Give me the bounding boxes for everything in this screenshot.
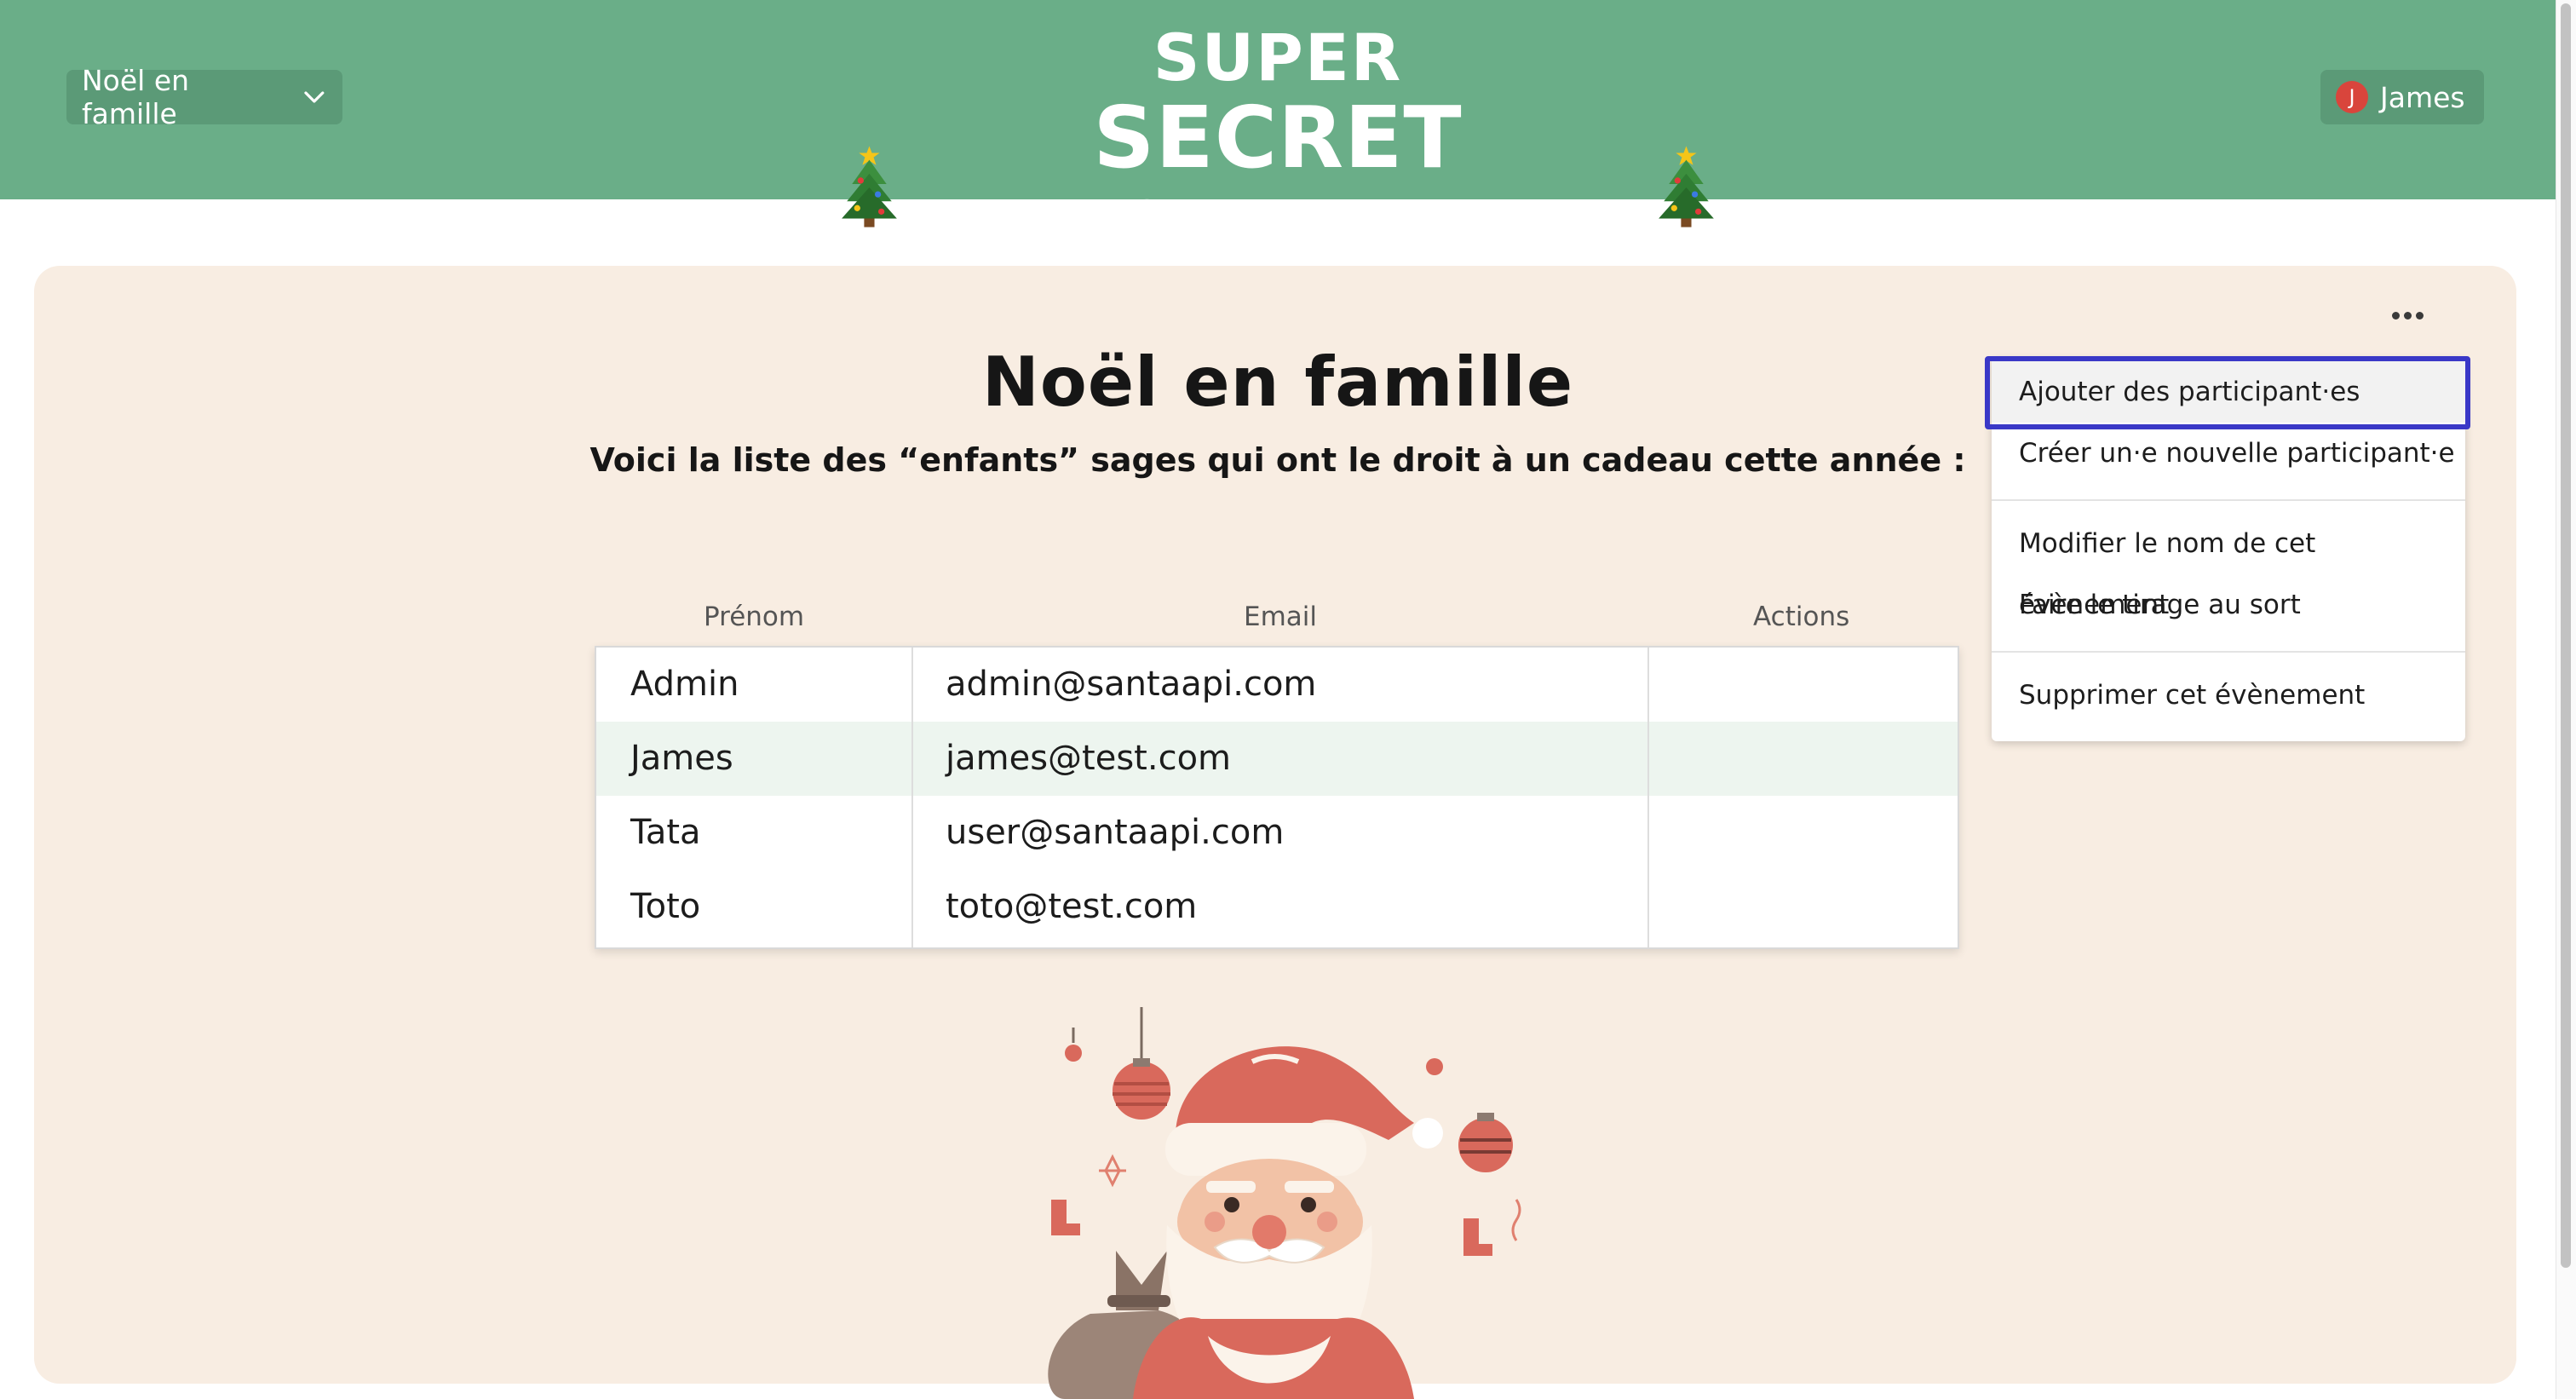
santa-illustration bbox=[1048, 1007, 1521, 1399]
participant-name: James bbox=[630, 739, 733, 778]
participant-name: Admin bbox=[630, 665, 739, 704]
participants-table: Admin admin@santaapi.com James james@tes… bbox=[595, 646, 1959, 949]
event-selector-label: Noël en famille bbox=[82, 64, 190, 130]
menu-item-rename-event[interactable]: Modifier le nom de cet évènement bbox=[1992, 513, 2465, 620]
column-header-firstname: Prénom bbox=[704, 602, 805, 632]
table-row[interactable]: Tata user@santaapi.com bbox=[596, 796, 1958, 870]
logo-line1: SUPER bbox=[1153, 20, 1403, 95]
column-divider bbox=[911, 648, 913, 947]
participant-email: toto@test.com bbox=[946, 887, 1198, 926]
menu-divider bbox=[1992, 651, 2465, 653]
participant-email: user@santaapi.com bbox=[946, 813, 1285, 852]
participant-email: admin@santaapi.com bbox=[946, 665, 1317, 704]
christmas-tree-icon bbox=[842, 146, 897, 227]
table-row[interactable]: James james@test.com bbox=[596, 722, 1958, 796]
user-name: James bbox=[2380, 80, 2465, 114]
more-options-button[interactable] bbox=[2392, 307, 2429, 327]
table-row[interactable]: Toto toto@test.com bbox=[596, 870, 1958, 944]
christmas-tree-icon bbox=[1659, 146, 1714, 227]
dot bbox=[2416, 312, 2424, 320]
page-subtitle: Voici la liste des “enfants” sages qui o… bbox=[589, 441, 1966, 479]
menu-item-delete-event[interactable]: Supprimer cet évènement bbox=[1992, 665, 2465, 726]
dot bbox=[2404, 312, 2412, 320]
chevron-down-icon bbox=[304, 91, 325, 103]
menu-item-create-participant[interactable]: Créer un·e nouvelle participant·e bbox=[1992, 423, 2465, 484]
user-menu-button[interactable]: J James bbox=[2320, 70, 2484, 124]
participant-email: james@test.com bbox=[946, 739, 1231, 778]
menu-item-draw[interactable]: Faire le tirage au sort bbox=[1992, 574, 2465, 636]
scrollbar-thumb[interactable] bbox=[2561, 3, 2571, 1268]
column-header-actions: Actions bbox=[1753, 602, 1850, 632]
participant-name: Toto bbox=[630, 887, 701, 926]
table-row[interactable]: Admin admin@santaapi.com bbox=[596, 648, 1958, 722]
app-header: Noël en famille SUPER SECRET SANTA J Jam… bbox=[0, 0, 2556, 281]
avatar: J bbox=[2336, 81, 2368, 113]
focus-ring bbox=[1985, 356, 2470, 429]
page-title: Noël en famille bbox=[981, 343, 1574, 422]
dot bbox=[2392, 312, 2400, 320]
column-divider bbox=[1647, 648, 1649, 947]
menu-divider bbox=[1992, 499, 2465, 501]
event-selector[interactable]: Noël en famille bbox=[66, 64, 342, 130]
logo-line2: SECRET SANTA bbox=[1093, 88, 1463, 283]
column-header-email: Email bbox=[1244, 602, 1318, 632]
app-logo: SUPER SECRET SANTA bbox=[835, 20, 1721, 281]
participant-name: Tata bbox=[630, 813, 701, 852]
